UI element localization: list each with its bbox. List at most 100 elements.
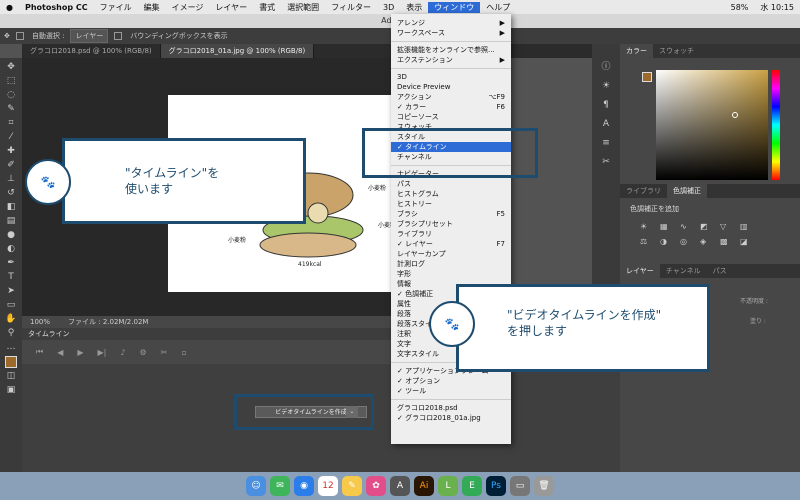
- evernote-icon[interactable]: E: [462, 476, 482, 496]
- menu-item-panel-2[interactable]: アクション ⌥F9: [391, 92, 511, 102]
- menu-edit[interactable]: 編集: [138, 2, 166, 13]
- lasso-icon[interactable]: ◌: [4, 90, 18, 101]
- menu-item-extensions[interactable]: エクステンション ▶: [391, 55, 511, 65]
- photoshop-icon[interactable]: Ps: [486, 476, 506, 496]
- bw-icon[interactable]: ◑: [660, 237, 674, 246]
- tools-icon[interactable]: ✂: [599, 157, 613, 168]
- apple-icon[interactable]: ●: [0, 3, 19, 12]
- menu-item-panel-15[interactable]: ライブラリ: [391, 229, 511, 239]
- curves-icon[interactable]: ∿: [680, 222, 694, 231]
- messages-icon[interactable]: ✉: [270, 476, 290, 496]
- photos-icon[interactable]: ✿: [366, 476, 386, 496]
- first-frame-icon[interactable]: ⏮: [36, 347, 43, 357]
- history-brush-icon[interactable]: ↺: [4, 188, 18, 199]
- menu-help[interactable]: ヘルプ: [480, 2, 516, 13]
- menu-item-panel-19[interactable]: 字形: [391, 269, 511, 279]
- zoom-level[interactable]: 100%: [30, 318, 50, 326]
- heal-icon[interactable]: ✚: [4, 146, 18, 157]
- tab-swatches[interactable]: スウォッチ: [653, 44, 700, 58]
- stamp-icon[interactable]: ⊥: [4, 174, 18, 185]
- menu-item-browse-extensions[interactable]: 拡張機能をオンラインで参照...: [391, 45, 511, 55]
- screen-mode-icon[interactable]: ▣: [4, 385, 18, 396]
- settings-icon[interactable]: ⚙: [139, 348, 146, 357]
- menu-item-panel-1[interactable]: Device Preview: [391, 82, 511, 92]
- pen-icon[interactable]: ✒: [4, 258, 18, 269]
- brightness-icon[interactable]: ☀: [599, 81, 613, 92]
- menu-select[interactable]: 選択範囲: [281, 2, 325, 13]
- menu-view[interactable]: 表示: [400, 2, 428, 13]
- lookup-icon[interactable]: ▩: [720, 237, 734, 246]
- menu-file[interactable]: ファイル: [94, 2, 138, 13]
- menu-3d[interactable]: 3D: [377, 3, 400, 12]
- transition-icon[interactable]: ▫: [181, 348, 186, 357]
- illustrator-icon[interactable]: Ai: [414, 476, 434, 496]
- next-frame-icon[interactable]: ▶|: [98, 348, 107, 357]
- hue-sat-icon[interactable]: ▥: [740, 222, 754, 231]
- app-store-icon[interactable]: A: [390, 476, 410, 496]
- blur-icon[interactable]: ●: [4, 230, 18, 241]
- folder-icon[interactable]: ▭: [510, 476, 530, 496]
- type-icon[interactable]: T: [4, 272, 18, 283]
- tab-layers[interactable]: レイヤー: [620, 264, 660, 278]
- calendar-icon[interactable]: 12: [318, 476, 338, 496]
- finder-icon[interactable]: ☺: [246, 476, 266, 496]
- transform-checkbox[interactable]: [114, 32, 123, 40]
- menu-item-panel-13[interactable]: ブラシ F5: [391, 209, 511, 219]
- menu-item-ui-1[interactable]: ✓ オプション: [391, 376, 511, 386]
- menu-item-doc-0[interactable]: グラコロ2018.psd: [391, 403, 511, 413]
- hue-slider[interactable]: [772, 70, 780, 180]
- brush-icon[interactable]: ✐: [4, 160, 18, 171]
- prev-frame-icon[interactable]: ◀: [57, 348, 63, 357]
- menu-item-panel-18[interactable]: 計測ログ: [391, 259, 511, 269]
- auto-select-checkbox[interactable]: [15, 32, 24, 40]
- crop-icon[interactable]: ⌗: [4, 118, 18, 129]
- edit-toolbar-icon[interactable]: …: [4, 342, 18, 353]
- zoom-icon[interactable]: ⚲: [4, 328, 18, 339]
- exposure-icon[interactable]: ◩: [700, 222, 714, 231]
- gradient-icon[interactable]: ▤: [4, 216, 18, 227]
- menu-item-panel-17[interactable]: レイヤーカンプ: [391, 249, 511, 259]
- menu-item-workspace[interactable]: ワークスペース ▶: [391, 28, 511, 38]
- marquee-icon[interactable]: ⬚: [4, 76, 18, 87]
- tab-paths[interactable]: パス: [707, 264, 733, 278]
- color-swatch-icon[interactable]: [5, 356, 17, 368]
- tab-channels[interactable]: チャンネル: [660, 264, 707, 278]
- menu-item-panel-11[interactable]: ヒストグラム: [391, 189, 511, 199]
- shape-icon[interactable]: ▭: [4, 300, 18, 311]
- levels-icon[interactable]: ▦: [660, 222, 674, 231]
- menu-item-panel-10[interactable]: パス: [391, 179, 511, 189]
- color-picker-cursor[interactable]: [732, 112, 738, 118]
- layer-dropdown[interactable]: レイヤー: [70, 29, 109, 43]
- menu-filter[interactable]: フィルター: [325, 2, 377, 13]
- foreground-color-swatch[interactable]: [642, 72, 652, 82]
- menu-image[interactable]: イメージ: [166, 2, 210, 13]
- menu-type[interactable]: 書式: [253, 2, 281, 13]
- app-menu[interactable]: Photoshop CC: [19, 3, 94, 12]
- play-icon[interactable]: ▶: [77, 348, 83, 357]
- move-tool-icon[interactable]: ✥: [4, 32, 10, 40]
- vibrance-icon[interactable]: ▽: [720, 222, 734, 231]
- split-icon[interactable]: ✂: [161, 348, 168, 357]
- hand-icon[interactable]: ✋: [4, 314, 18, 325]
- eraser-icon[interactable]: ◧: [4, 202, 18, 213]
- menu-layer[interactable]: レイヤー: [209, 2, 253, 13]
- menu-item-arrange[interactable]: アレンジ ▶: [391, 18, 511, 28]
- tab-adjustments[interactable]: 色調補正: [667, 184, 707, 198]
- menu-item-doc-1[interactable]: ✓ グラコロ2018_01a.jpg: [391, 413, 511, 423]
- properties-icon[interactable]: ≡: [599, 138, 613, 149]
- create-timeline-dropdown-icon[interactable]: ⌄: [346, 406, 358, 418]
- menu-item-panel-12[interactable]: ヒストリー: [391, 199, 511, 209]
- path-select-icon[interactable]: ➤: [4, 286, 18, 297]
- tab-psd[interactable]: グラコロ2018.psd @ 100% (RGB/8): [22, 44, 161, 58]
- trash-icon[interactable]: 🗑: [534, 476, 554, 496]
- menu-item-panel-16[interactable]: ✓ レイヤー F7: [391, 239, 511, 249]
- quick-mask-icon[interactable]: ◫: [4, 371, 18, 382]
- line-icon[interactable]: L: [438, 476, 458, 496]
- menu-item-ui-2[interactable]: ✓ ツール: [391, 386, 511, 396]
- dodge-icon[interactable]: ◐: [4, 244, 18, 255]
- notes-icon[interactable]: ✎: [342, 476, 362, 496]
- eyedropper-icon[interactable]: ⁄: [4, 132, 18, 143]
- paragraph-icon[interactable]: ¶: [599, 100, 613, 111]
- quick-select-icon[interactable]: ✎: [4, 104, 18, 115]
- menu-item-panel-0[interactable]: 3D: [391, 72, 511, 82]
